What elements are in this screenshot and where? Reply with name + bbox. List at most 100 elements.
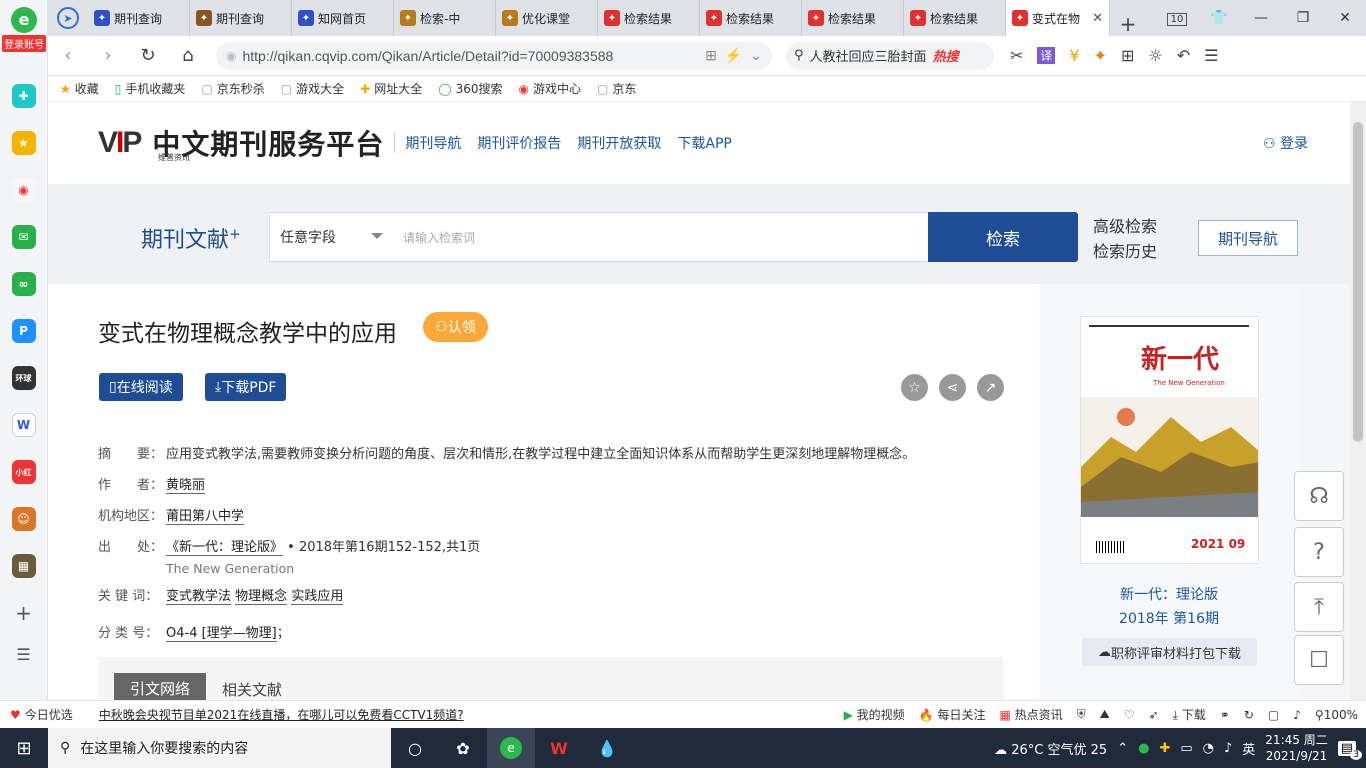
menu-icon[interactable]: ☰	[1204, 46, 1218, 65]
image-icon[interactable]: ⛰	[1100, 707, 1110, 722]
link-icon[interactable]: ⚭	[1220, 708, 1230, 722]
export-icon[interactable]: ↗	[977, 374, 1004, 401]
new-tab-icon[interactable]: +	[1110, 12, 1146, 36]
headset-icon[interactable]: ☊	[1294, 471, 1344, 521]
tab-citation-network[interactable]: 引文网络	[114, 673, 206, 700]
home-icon[interactable]: ⌂	[168, 45, 208, 66]
tab-item[interactable]: ✦ 检索-中	[394, 0, 496, 36]
claim-button[interactable]: ⚇ 认领	[423, 312, 488, 342]
sidebar-p-icon[interactable]: P	[11, 319, 36, 343]
sidebar-mail-icon[interactable]: ✉	[11, 225, 36, 249]
back-icon[interactable]: ‹	[48, 45, 88, 66]
nav-journal-guide[interactable]: 期刊导航	[405, 133, 461, 153]
sidebar-favorites-star-icon[interactable]: ★	[11, 131, 36, 155]
tray-chevron-icon[interactable]: ⌃	[1117, 741, 1128, 756]
undo-icon[interactable]: ↶	[1177, 46, 1190, 65]
keyword-link[interactable]: 实践应用	[291, 589, 344, 605]
sidebar-weibo-icon[interactable]: ◉	[11, 178, 36, 202]
volume-icon[interactable]: ♪	[1224, 741, 1232, 756]
tab-count-badge[interactable]: 10	[1156, 10, 1198, 26]
feedback-icon[interactable]: ☐	[1294, 635, 1344, 685]
login-account-badge[interactable]: 登录账号	[2, 34, 46, 52]
window-icon[interactable]: ▢	[1268, 708, 1279, 722]
search-input[interactable]: 请输入检索词	[393, 212, 929, 262]
vip-logo[interactable]: VIP 维普资讯	[98, 126, 190, 162]
health-icon[interactable]: ♡	[1124, 708, 1135, 722]
tab-item[interactable]: ✦ 检索结果	[598, 0, 700, 36]
browser-logo[interactable]: e 登录账号	[0, 0, 48, 58]
bookmark-item[interactable]: ◉ 游戏中心	[519, 80, 582, 97]
scissors-icon[interactable]: ✂	[1010, 46, 1023, 65]
wps-taskbar-icon[interactable]: W	[535, 728, 583, 768]
url-field[interactable]: ◉ http://qikan.cqvip.com/Qikan/Article/D…	[216, 41, 772, 70]
search-history-link[interactable]: 检索历史	[1093, 239, 1157, 264]
brightness-icon[interactable]: ☼	[1148, 46, 1162, 65]
weather-widget[interactable]: ☁ 26°C 空气优 25	[994, 739, 1107, 758]
bookmark-item[interactable]: ◯ 360搜索	[438, 80, 502, 97]
keyword-link[interactable]: 变式教学法	[166, 589, 232, 605]
my-video-link[interactable]: ▶ 我的视频	[844, 706, 905, 723]
favorite-star-icon[interactable]: ☆	[901, 374, 928, 401]
windows-start-icon[interactable]: ⊞	[0, 738, 48, 759]
reload-icon[interactable]: ↻	[128, 45, 168, 66]
journal-nav-button[interactable]: 期刊导航	[1198, 220, 1298, 256]
nav-open-access[interactable]: 期刊开放获取	[577, 133, 661, 153]
tab-related-docs[interactable]: 相关文献	[222, 679, 282, 700]
source-link[interactable]: 《新一代：理论版》	[166, 540, 284, 556]
help-icon[interactable]: ?	[1294, 527, 1344, 577]
keyword-link[interactable]: 物理概念	[235, 589, 288, 605]
advanced-search-link[interactable]: 高级检索	[1093, 214, 1157, 239]
nav-download-app[interactable]: 下载APP	[677, 133, 731, 153]
shirt-icon[interactable]: 👕	[1198, 10, 1240, 26]
journal-issue-link[interactable]: 2018年 第16期	[1039, 608, 1299, 628]
forward-icon[interactable]: ›	[88, 45, 128, 66]
back-to-top-icon[interactable]: ⤒	[1294, 582, 1344, 632]
close-icon[interactable]: ✕	[1324, 10, 1366, 26]
notification-icon[interactable]: ▤ 3	[1337, 740, 1362, 760]
read-online-button[interactable]: ▯ 在线阅读	[99, 373, 183, 401]
grid-icon[interactable]: ⊞	[705, 47, 717, 64]
zoom-control[interactable]: ⚲100%	[1315, 708, 1358, 722]
bookmark-item[interactable]: ▢ 京东秒杀	[201, 80, 264, 97]
search-button[interactable]: 检索	[928, 212, 1078, 262]
bookmark-item[interactable]: ▯ 手机收藏夹	[115, 80, 186, 97]
download-link[interactable]: ⤓ 下载	[1173, 706, 1206, 723]
apps-icon[interactable]: ⊞	[1121, 46, 1134, 65]
tray-green-icon[interactable]: ●	[1138, 741, 1149, 756]
translate-icon[interactable]: 译	[1037, 47, 1056, 64]
tab-item[interactable]: ✦ 知网首页	[292, 0, 394, 36]
scrollbar-thumb[interactable]	[1353, 122, 1363, 442]
news-ticker-link[interactable]: 中秋晚会央视节目单2021在线直播，在哪儿可以免费看CCTV1频道?	[99, 706, 464, 723]
coupon-icon[interactable]: ¥	[1069, 46, 1079, 65]
sidebar-game-icon[interactable]: 环球	[11, 366, 36, 390]
today-picks[interactable]: ♥ 今日优选	[10, 706, 73, 723]
journal-name-link[interactable]: 新一代：理论版	[1039, 584, 1299, 604]
game-icon[interactable]: ✦	[1094, 46, 1107, 65]
sidebar-menu-icon[interactable]: ☰	[0, 645, 47, 664]
sidebar-app-plus-icon[interactable]: ✚	[11, 84, 36, 108]
restore-icon[interactable]: ❐	[1282, 10, 1324, 26]
shield-icon[interactable]: ⛨	[1077, 707, 1086, 722]
daily-focus-link[interactable]: 🔥 每日关注	[919, 706, 986, 723]
close-tab-icon[interactable]: ✕	[1092, 11, 1103, 26]
author-link[interactable]: 黄晓丽	[166, 478, 206, 494]
ime-indicator[interactable]: 英	[1242, 739, 1255, 758]
sidebar-xiaohongshu-icon[interactable]: 小红	[11, 460, 36, 484]
sidebar-link-icon[interactable]: ∞	[11, 272, 36, 296]
tab-item[interactable]: ✦ 检索结果	[904, 0, 1006, 36]
bookmark-item[interactable]: ★ 收藏	[60, 80, 99, 97]
nav-evaluation-report[interactable]: 期刊评价报告	[477, 133, 561, 153]
task-view-icon[interactable]: ○	[391, 728, 439, 768]
browser-search-field[interactable]: ⚲ 人教社回应三胎封面 热搜	[786, 41, 994, 70]
dropdown-icon[interactable]: ⌄	[750, 47, 762, 64]
bookmark-item[interactable]: ▢ 游戏大全	[281, 80, 344, 97]
login-link[interactable]: ⚇ 登录	[1263, 133, 1308, 153]
refresh-icon[interactable]: ↻	[1244, 708, 1254, 722]
tab-item[interactable]: ✦ 期刊查询	[88, 0, 190, 36]
drop-app-icon[interactable]: 💧	[583, 728, 631, 768]
tab-item[interactable]: ✦ 变式在物 ✕	[1006, 0, 1110, 36]
bookmark-item[interactable]: ✚ 网址大全	[360, 80, 422, 97]
hot-news-link[interactable]: ▦ 热点资讯	[999, 706, 1062, 723]
journal-cover[interactable]: 新一代 The New Generation 2021 09	[1080, 316, 1259, 564]
fan-app-icon[interactable]: ✿	[439, 728, 487, 768]
